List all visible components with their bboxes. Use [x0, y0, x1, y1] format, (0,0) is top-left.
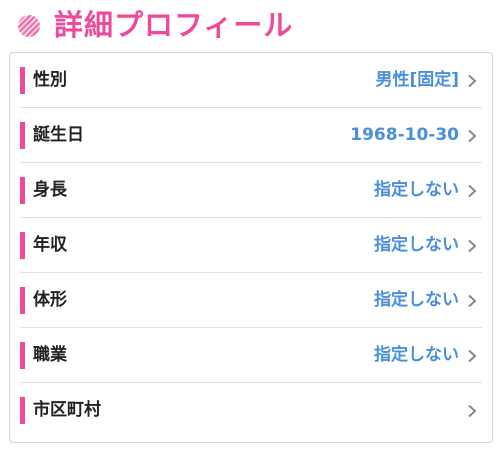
row-marker: [20, 232, 25, 259]
page-header: 詳細プロフィール: [0, 0, 502, 50]
row-value: 指定しない: [374, 235, 459, 255]
profile-row-height[interactable]: 身長 指定しない: [10, 163, 492, 218]
profile-row-income[interactable]: 年収 指定しない: [10, 218, 492, 273]
row-value: 男性[固定]: [375, 70, 459, 90]
profile-row-birthday[interactable]: 誕生日 1968-10-30: [10, 108, 492, 163]
profile-row-body-type[interactable]: 体形 指定しない: [10, 273, 492, 328]
row-marker: [20, 342, 25, 369]
chevron-right-icon: [468, 74, 477, 88]
chevron-right-icon: [468, 349, 477, 363]
row-label: 年収: [33, 235, 67, 255]
chevron-right-icon: [468, 239, 477, 253]
chevron-right-icon: [468, 129, 477, 143]
row-value: 1968-10-30: [350, 125, 459, 145]
row-label: 体形: [33, 290, 67, 310]
row-marker: [20, 122, 25, 149]
profile-row-city[interactable]: 市区町村: [10, 383, 492, 438]
striped-circle-icon: [18, 15, 40, 37]
row-label: 誕生日: [33, 125, 84, 145]
profile-row-occupation[interactable]: 職業 指定しない: [10, 328, 492, 383]
profile-detail-list: 性別 男性[固定] 誕生日 1968-10-30 身長 指定しない 年収 指定し…: [9, 52, 493, 443]
row-label: 職業: [33, 345, 67, 365]
row-label: 身長: [33, 180, 67, 200]
row-marker: [20, 287, 25, 314]
row-value: 指定しない: [374, 290, 459, 310]
row-marker: [20, 397, 25, 424]
row-value: 指定しない: [374, 180, 459, 200]
chevron-right-icon: [468, 294, 477, 308]
row-marker: [20, 177, 25, 204]
chevron-right-icon: [468, 404, 477, 418]
row-value: 指定しない: [374, 345, 459, 365]
profile-row-gender[interactable]: 性別 男性[固定]: [10, 53, 492, 108]
row-label: 市区町村: [33, 400, 101, 420]
chevron-right-icon: [468, 184, 477, 198]
row-label: 性別: [33, 70, 67, 90]
row-marker: [20, 67, 25, 94]
page-title: 詳細プロフィール: [54, 8, 294, 42]
